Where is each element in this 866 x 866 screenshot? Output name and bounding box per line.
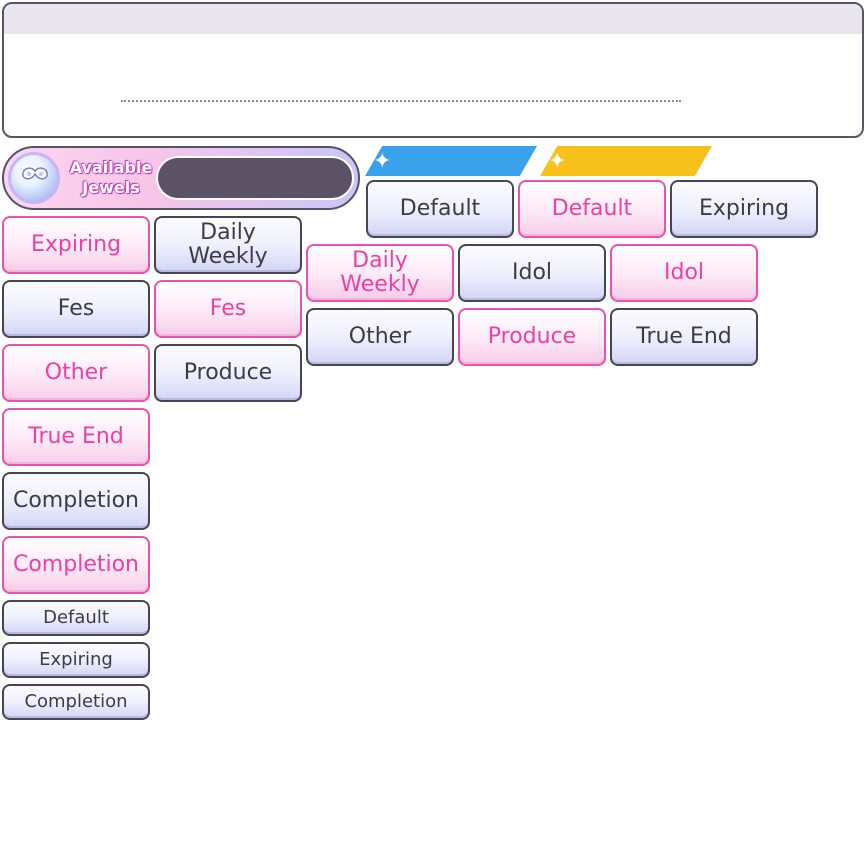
available-jewels-label: Available Jewels [66,158,156,198]
idol-button-selected[interactable]: Idol [610,244,758,302]
default-small-button[interactable]: Default [2,600,150,636]
button-label-line1: Daily [352,248,408,273]
button-label: Default [399,196,481,221]
button-label: Idol [511,260,553,285]
completion-button-selected[interactable]: Completion [2,536,150,594]
button-label: Produce [183,360,273,385]
completion-small-button[interactable]: Completion [2,684,150,720]
true-end-button-selected[interactable]: True End [2,408,150,466]
daily-weekly-button[interactable]: Daily Weekly [154,216,302,274]
default-button-selected[interactable]: Default [518,180,666,238]
expiring-button-selected[interactable]: Expiring [2,216,150,274]
button-label: Completion [12,488,139,513]
daily-weekly-button-selected[interactable]: Daily Weekly [306,244,454,302]
true-end-button[interactable]: True End [610,308,758,366]
button-label: True End [636,324,732,349]
expiring-small-button[interactable]: Expiring [2,642,150,678]
yellow-tab[interactable]: ✦ [540,146,712,176]
button-label: Expiring [698,196,790,221]
produce-button-selected[interactable]: Produce [458,308,606,366]
default-button[interactable]: Default [366,180,514,238]
jewels-label-line2: Jewels [82,178,140,197]
completion-button[interactable]: Completion [2,472,150,530]
produce-button[interactable]: Produce [154,344,302,402]
idol-button[interactable]: Idol [458,244,606,302]
button-label: Default [551,196,633,221]
info-panel [2,2,864,138]
other-button[interactable]: Other [306,308,454,366]
button-label: Expiring [30,232,122,257]
blue-tab[interactable]: ✦ [365,146,537,176]
jewel-icon [8,152,60,204]
button-label: Idol [663,260,705,285]
button-label: True End [28,424,124,449]
jewels-label-line1: Available [69,158,153,177]
button-label: Default [43,607,109,628]
expiring-button[interactable]: Expiring [670,180,818,238]
button-label: Other [348,324,412,349]
jewels-count-display [156,156,354,200]
fes-button-selected[interactable]: Fes [154,280,302,338]
other-button-selected[interactable]: Other [2,344,150,402]
sparkle-icon: ✦ [548,149,567,174]
available-jewels-bar: Available Jewels [2,146,360,210]
button-label: Fes [209,296,247,321]
button-label: Completion [12,552,139,577]
button-label: Produce [487,324,577,349]
button-label: Completion [24,691,128,712]
button-label: Fes [57,296,95,321]
button-label: Other [44,360,108,385]
button-label-line2: Weekly [188,244,268,269]
sparkle-icon: ✦ [373,149,392,174]
info-panel-header [4,4,862,34]
fes-button[interactable]: Fes [2,280,150,338]
button-label-line2: Weekly [340,272,420,297]
dotted-divider [121,100,681,102]
button-label: Expiring [39,649,113,670]
button-label-line1: Daily [200,220,256,245]
